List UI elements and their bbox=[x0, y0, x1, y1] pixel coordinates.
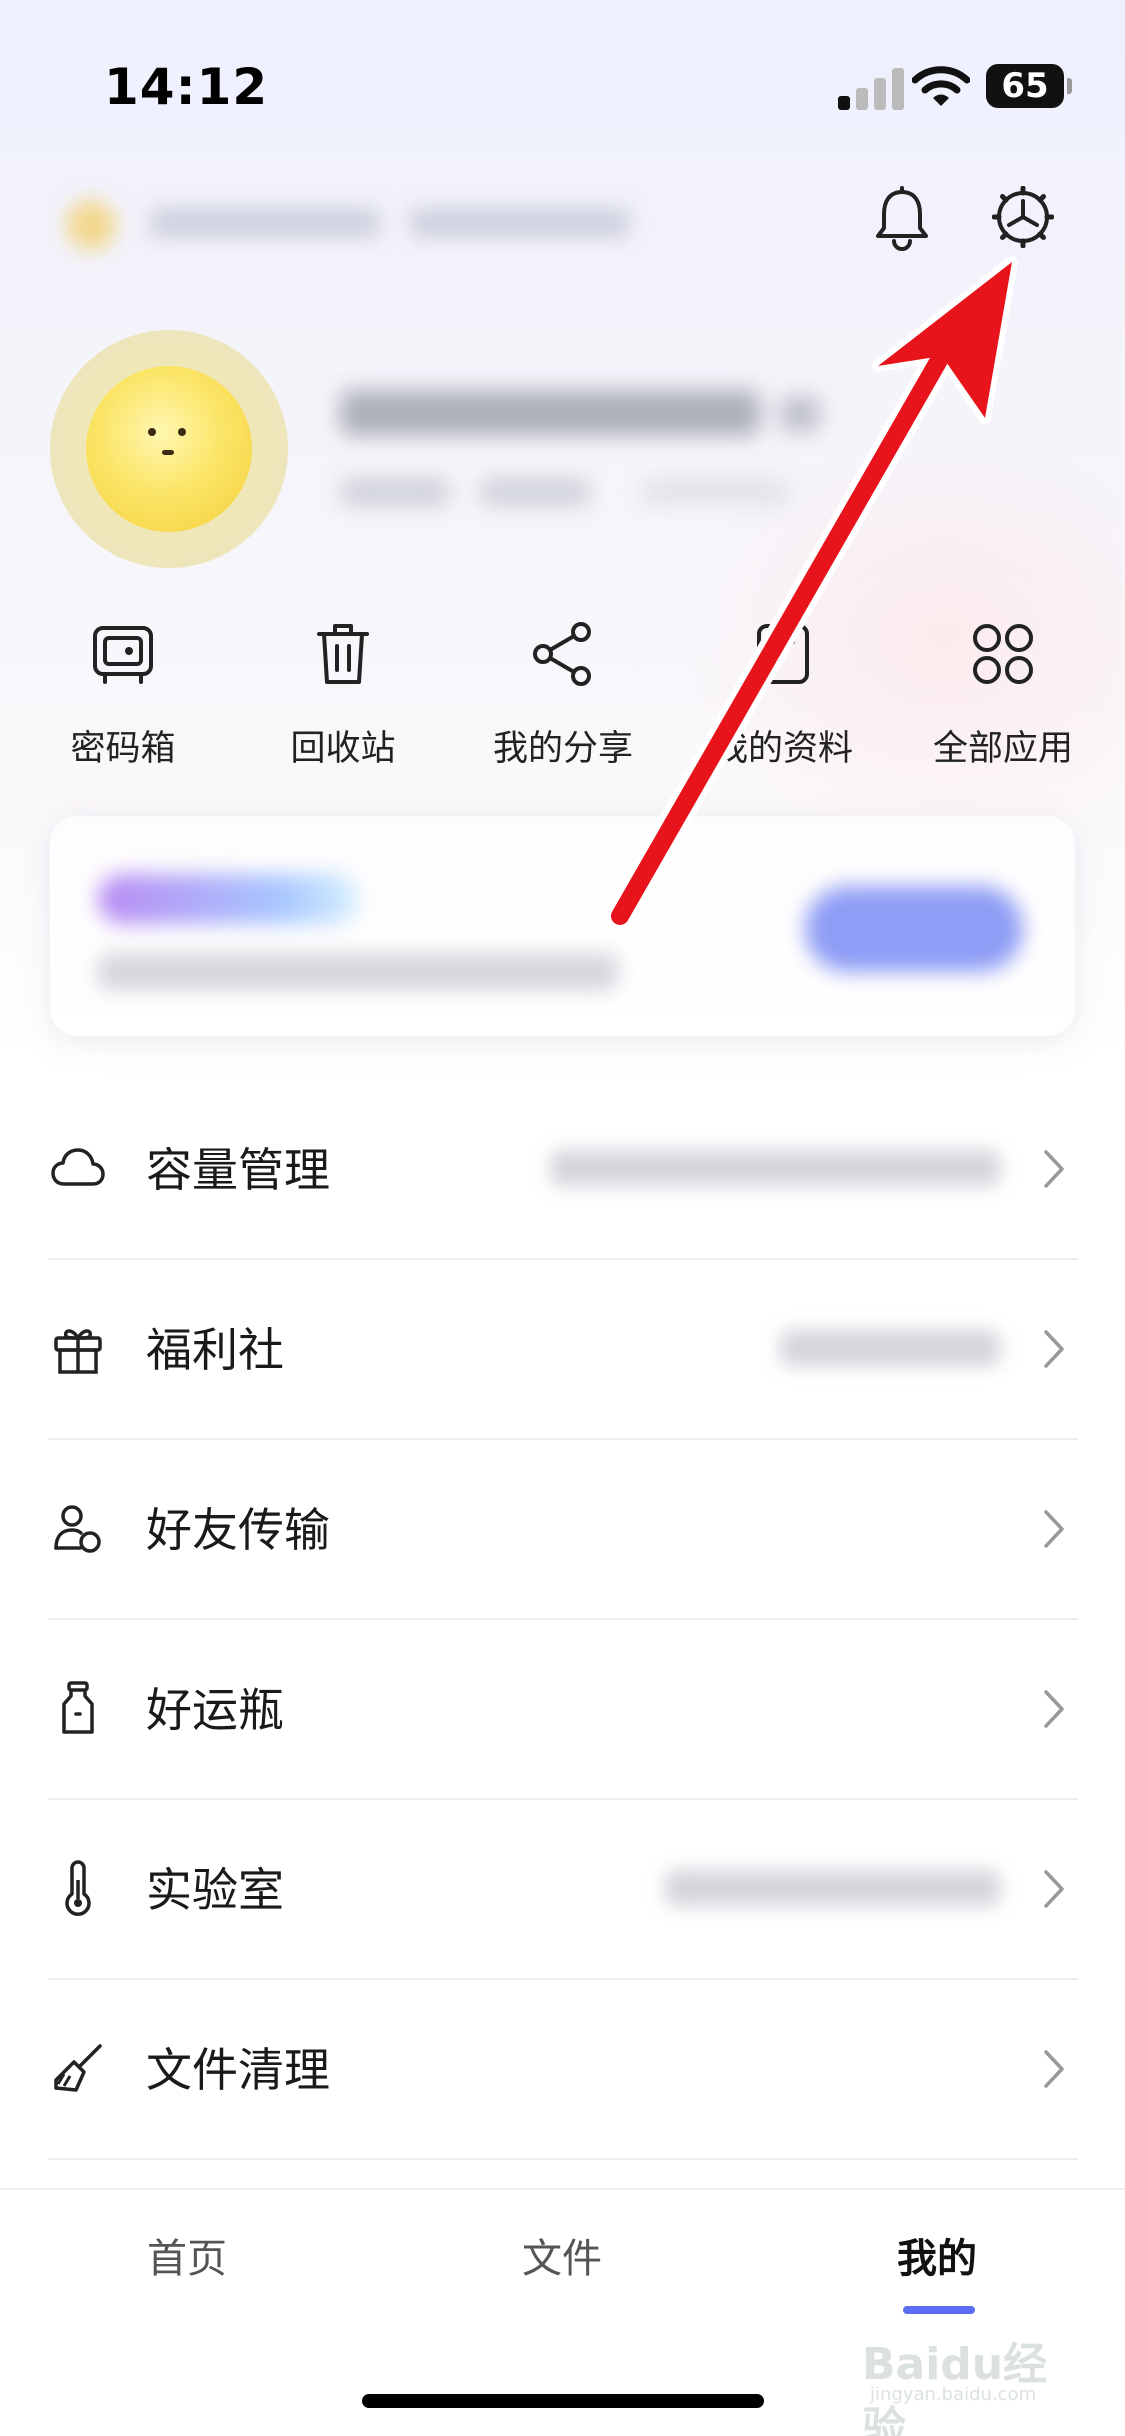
menu-item-label: 好友传输 bbox=[146, 1503, 330, 1557]
quick-action-label: 全部应用 bbox=[932, 729, 1073, 769]
status-bar: 14:12 65 bbox=[0, 0, 1125, 150]
blurred-value bbox=[665, 1870, 1000, 1906]
quick-action-label: 回收站 bbox=[290, 729, 396, 769]
quick-action-label: 我的资料 bbox=[712, 729, 853, 769]
chevron-right-icon bbox=[1044, 1330, 1064, 1368]
menu-item-welfare[interactable]: 福利社 bbox=[0, 1260, 1125, 1440]
status-time: 14:12 bbox=[104, 58, 269, 116]
battery-indicator: 65 bbox=[986, 64, 1072, 108]
chevron-right-icon bbox=[1044, 1510, 1064, 1548]
tab-mine[interactable]: 我的 bbox=[837, 2226, 1037, 2284]
trash-icon bbox=[317, 624, 369, 684]
tab-files[interactable]: 文件 bbox=[462, 2226, 662, 2284]
app-screen: 14:12 65 密码箱 回收站 我的分享 我的资料 全部应用 容量管理 福利社… bbox=[0, 0, 1125, 2436]
menu-item-lucky-bottle[interactable]: 好运瓶 bbox=[0, 1620, 1125, 1800]
blurred-value bbox=[780, 1330, 1000, 1366]
quick-action-safe[interactable]: 密码箱 bbox=[13, 612, 233, 792]
baidu-watermark: Baidu经验 jingyan.baidu.com bbox=[862, 2339, 1048, 2436]
folder-icon bbox=[757, 624, 809, 684]
menu-item-label: 文件清理 bbox=[146, 2043, 330, 2097]
avatar[interactable] bbox=[50, 330, 288, 568]
blurred-promo-content bbox=[50, 816, 1075, 1036]
quick-action-all-apps[interactable]: 全部应用 bbox=[893, 612, 1113, 792]
quick-action-recycle-bin[interactable]: 回收站 bbox=[233, 612, 453, 792]
signal-icon bbox=[838, 64, 904, 110]
promo-banner[interactable] bbox=[50, 816, 1075, 1036]
gift-icon bbox=[54, 1329, 102, 1374]
wifi-icon bbox=[912, 66, 970, 106]
menu-item-label: 福利社 bbox=[146, 1323, 284, 1377]
thermometer-icon bbox=[65, 1860, 91, 1916]
menu-item-lab[interactable]: 实验室 bbox=[0, 1800, 1125, 1980]
blurred-value bbox=[550, 1150, 1000, 1186]
chevron-right-icon bbox=[1044, 1690, 1064, 1728]
chevron-right-icon bbox=[1044, 1150, 1064, 1188]
menu-item-label: 容量管理 bbox=[146, 1143, 330, 1197]
quick-action-my-files[interactable]: 我的资料 bbox=[673, 612, 893, 792]
bottle-icon bbox=[62, 1681, 94, 1734]
safe-icon bbox=[93, 626, 153, 684]
blurred-profile-info bbox=[320, 360, 840, 530]
quick-action-my-share[interactable]: 我的分享 bbox=[453, 612, 673, 792]
menu-item-label: 实验室 bbox=[146, 1863, 284, 1917]
quick-action-label: 密码箱 bbox=[70, 729, 176, 769]
chevron-right-icon bbox=[1044, 2050, 1064, 2088]
apps-grid-icon bbox=[973, 624, 1033, 684]
broom-icon bbox=[54, 2044, 102, 2092]
menu-item-file-cleanup[interactable]: 文件清理 bbox=[0, 1980, 1125, 2160]
quick-actions: 密码箱 回收站 我的分享 我的资料 全部应用 bbox=[0, 612, 1125, 792]
menu-item-label: 好运瓶 bbox=[146, 1683, 284, 1737]
divider bbox=[48, 2158, 1078, 2160]
avatar-face-icon bbox=[86, 366, 252, 532]
tab-home[interactable]: 首页 bbox=[87, 2226, 287, 2284]
quick-action-label: 我的分享 bbox=[492, 729, 633, 769]
chevron-right-icon bbox=[1044, 1870, 1064, 1908]
active-tab-indicator bbox=[903, 2306, 975, 2314]
menu-item-friend-transfer[interactable]: 好友传输 bbox=[0, 1440, 1125, 1620]
blurred-header-info bbox=[60, 178, 650, 258]
share-icon bbox=[533, 622, 591, 686]
cloud-icon bbox=[51, 1148, 105, 1186]
menu-item-storage[interactable]: 容量管理 bbox=[0, 1080, 1125, 1260]
home-indicator[interactable] bbox=[362, 2394, 764, 2408]
bell-icon[interactable] bbox=[872, 186, 932, 252]
friend-transfer-icon bbox=[54, 1505, 101, 1553]
gear-icon[interactable] bbox=[992, 186, 1054, 248]
